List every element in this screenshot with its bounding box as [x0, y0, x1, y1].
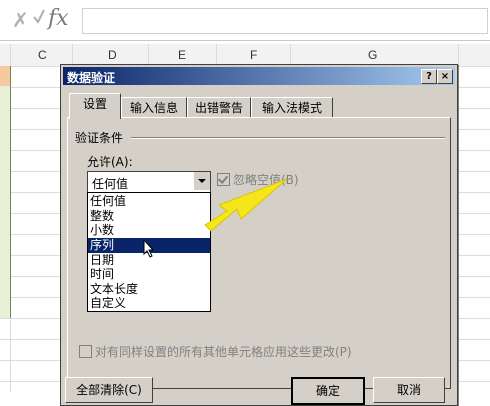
annotation-arrow-icon [204, 178, 288, 232]
allow-label: 允许(A): [87, 155, 133, 169]
dialog-titlebar[interactable]: 数据验证 ? × [63, 67, 455, 85]
selected-range[interactable] [0, 66, 11, 318]
apply-to-all-label: 对有同样设置的所有其他单元格应用这些更改(P) [95, 345, 352, 359]
tab-ime-mode[interactable]: 输入法模式 [251, 97, 333, 118]
cancel-formula-icon[interactable]: ✗ [12, 8, 29, 32]
dropdown-option-time[interactable]: 时间 [88, 267, 210, 282]
tab-settings[interactable]: 设置 [69, 93, 121, 119]
cancel-button[interactable]: 取消 [373, 377, 445, 403]
column-header-f[interactable]: F [250, 48, 257, 62]
group-divider [131, 137, 445, 139]
allow-select[interactable]: 任何值 [87, 171, 211, 193]
column-header-c[interactable]: C [38, 48, 47, 62]
allow-select-value: 任何值 [92, 177, 129, 191]
grid-line [458, 44, 459, 392]
dropdown-option-text-length[interactable]: 文本长度 [88, 282, 210, 297]
validation-criteria-label: 验证条件 [75, 129, 128, 146]
tab-error-alert[interactable]: 出错警告 [187, 97, 251, 118]
data-validation-dialog: 数据验证 ? × 设置 输入信息 出错警告 输入法模式 验证条件 允许(A): … [60, 64, 458, 406]
confirm-formula-icon[interactable] [32, 6, 46, 26]
clear-all-button[interactable]: 全部清除(C) [65, 377, 153, 403]
dialog-title: 数据验证 [67, 71, 116, 85]
mouse-cursor-icon [143, 239, 155, 258]
ok-button[interactable]: 确定 [291, 377, 365, 405]
formula-bar: ✗ fx [0, 0, 490, 41]
column-header-d[interactable]: D [108, 48, 117, 62]
insert-function-button[interactable]: fx [48, 6, 69, 31]
dropdown-option-integer[interactable]: 整数 [88, 209, 210, 224]
dropdown-option-any[interactable]: 任何值 [88, 194, 210, 209]
apply-to-all-checkbox[interactable] [79, 345, 92, 358]
close-button[interactable]: × [437, 69, 453, 84]
column-header-g[interactable]: G [368, 48, 377, 62]
dropdown-option-decimal[interactable]: 小数 [88, 223, 210, 238]
help-button[interactable]: ? [421, 69, 437, 84]
column-header-e[interactable]: E [178, 48, 186, 62]
dropdown-option-custom[interactable]: 自定义 [88, 296, 210, 311]
tab-input-message[interactable]: 输入信息 [121, 97, 187, 118]
formula-input[interactable] [82, 8, 488, 34]
selected-range-header [0, 66, 10, 86]
